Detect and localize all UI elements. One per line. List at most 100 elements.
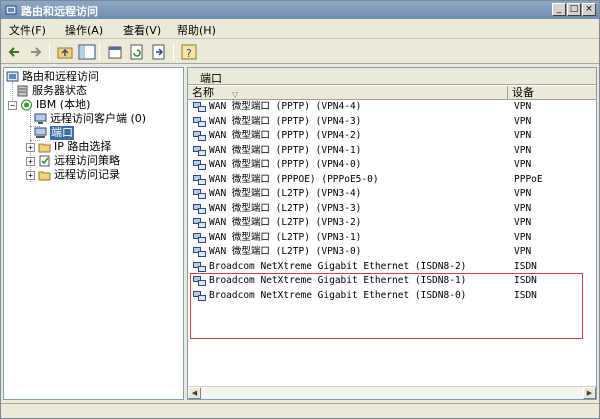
port-device: VPN (514, 202, 532, 214)
tree-item-ip-routing[interactable]: + IP 路由选择 (6, 140, 183, 154)
tree-item-ports[interactable]: 端口 (6, 126, 183, 140)
minimize-button[interactable]: _ (552, 3, 566, 16)
maximize-button[interactable]: □ (567, 3, 581, 16)
pane-title: 端口 (200, 72, 222, 85)
port-name: WAN 微型端口 (PPTP) (VPN4-3) (209, 115, 362, 127)
server-status-icon (17, 85, 28, 97)
console-tree: 路由和远程访问 服务器状态 − IBM (本地) 远程访问客户端 (0) 端口 … (3, 67, 184, 400)
tree-item-logging[interactable]: + 远程访问记录 (6, 168, 183, 182)
port-icon (193, 174, 206, 185)
menu-view[interactable]: 查看(V) (123, 22, 161, 38)
port-row[interactable]: WAN 微型端口 (L2TP) (VPN3-3) VPN (188, 202, 596, 216)
port-icon (193, 102, 206, 112)
port-icon (193, 145, 206, 156)
port-name: WAN 微型端口 (L2TP) (VPN3-3) (209, 202, 362, 214)
tree-item-remote-clients[interactable]: 远程访问客户端 (0) (6, 112, 183, 126)
remote-clients-icon (34, 113, 47, 124)
port-icon (193, 160, 206, 170)
port-icon (193, 247, 206, 257)
port-row[interactable]: WAN 微型端口 (L2TP) (VPN3-4) VPN (188, 187, 596, 201)
toolbar: ? (1, 40, 599, 64)
mmc-window: 路由和远程访问 _ □ × 文件(F) 操作(A) 查看(V) 帮助(H) ? … (0, 0, 600, 419)
column-name-header[interactable]: 名称 ▽ (188, 86, 508, 100)
port-row[interactable]: WAN 微型端口 (L2TP) (VPN3-1) VPN (188, 231, 596, 245)
back-arrow-icon[interactable] (6, 43, 24, 61)
expand-icon[interactable]: + (26, 143, 35, 152)
port-name: WAN 微型端口 (PPTP) (VPN4-4) (209, 101, 362, 112)
port-icon (193, 189, 206, 199)
port-device: VPN (514, 144, 532, 156)
expand-icon[interactable]: + (26, 171, 35, 180)
show-hide-tree-icon[interactable] (78, 43, 96, 61)
ports-icon (34, 127, 47, 138)
new-window-icon[interactable] (106, 43, 124, 61)
port-icon (193, 218, 206, 228)
port-device: VPN (514, 101, 532, 112)
port-row[interactable]: WAN 微型端口 (L2TP) (VPN3-0) VPN (188, 245, 596, 259)
menu-help[interactable]: 帮助(H) (177, 22, 216, 38)
port-row[interactable]: WAN 微型端口 (PPTP) (VPN4-0) VPN (188, 158, 596, 172)
policy-icon (39, 155, 50, 167)
port-device: VPN (514, 246, 532, 257)
tree-item-label: IP 路由选择 (54, 140, 112, 153)
port-row[interactable]: WAN 微型端口 (PPPOE) (PPPoE5-0) PPPoE (188, 173, 596, 187)
window-title: 路由和远程访问 (21, 5, 98, 18)
port-device: VPN (514, 115, 532, 127)
port-icon (193, 232, 206, 243)
menu-file[interactable]: 文件(F) (9, 22, 46, 38)
port-device: VPN (514, 188, 532, 199)
menu-action[interactable]: 操作(A) (65, 22, 103, 38)
port-row[interactable]: WAN 微型端口 (PPTP) (VPN4-4) VPN (188, 100, 596, 114)
collapse-icon[interactable]: − (8, 101, 17, 110)
export-list-icon[interactable] (150, 43, 168, 61)
tree-item-server-status[interactable]: 服务器状态 (6, 84, 183, 98)
highlight-annotation (190, 273, 583, 339)
close-button[interactable]: × (582, 3, 596, 16)
port-row[interactable]: WAN 微型端口 (PPTP) (VPN4-3) VPN (188, 115, 596, 129)
tree-item-label: 路由和远程访问 (22, 70, 99, 83)
status-bar (1, 403, 599, 418)
column-label: 设备 (512, 86, 534, 99)
folder-icon (38, 171, 51, 181)
tree-item-label: 服务器状态 (32, 84, 87, 97)
svg-text:?: ? (186, 47, 192, 60)
port-name: WAN 微型端口 (PPPOE) (PPPoE5-0) (209, 173, 379, 185)
tree-item-label: 远程访问策略 (54, 154, 120, 167)
port-row[interactable]: WAN 微型端口 (PPTP) (VPN4-1) VPN (188, 144, 596, 158)
up-folder-icon[interactable] (56, 43, 74, 61)
toolbar-separator (173, 43, 174, 61)
forward-arrow-icon[interactable] (26, 43, 44, 61)
horizontal-scrollbar[interactable]: ◀ ▶ (188, 386, 596, 399)
port-device: VPN (514, 159, 532, 170)
expand-icon[interactable]: + (26, 157, 35, 166)
server-running-icon (21, 99, 32, 111)
port-device: VPN (514, 231, 532, 243)
refresh-icon[interactable] (128, 43, 146, 61)
toolbar-separator (99, 43, 100, 61)
port-row[interactable]: Broadcom NetXtreme Gigabit Ethernet (ISD… (188, 260, 596, 274)
port-name: WAN 微型端口 (L2TP) (VPN3-1) (209, 231, 362, 243)
port-row[interactable]: WAN 微型端口 (PPTP) (VPN4-2) VPN (188, 129, 596, 143)
column-header: 名称 ▽ 设备 (188, 86, 596, 100)
port-name: Broadcom NetXtreme Gigabit Ethernet (ISD… (209, 260, 467, 272)
toolbar-separator (49, 43, 50, 61)
help-icon[interactable]: ? (180, 43, 198, 61)
port-name: WAN 微型端口 (PPTP) (VPN4-1) (209, 144, 362, 156)
tree-item-server[interactable]: − IBM (本地) (6, 98, 183, 112)
port-row[interactable]: WAN 微型端口 (L2TP) (VPN3-2) VPN (188, 216, 596, 230)
column-device-header[interactable]: 设备 (508, 86, 596, 100)
port-device: ISDN (514, 260, 537, 272)
tree-item-policies[interactable]: + 远程访问策略 (6, 154, 183, 168)
port-icon (193, 131, 206, 141)
port-name: WAN 微型端口 (L2TP) (VPN3-2) (209, 217, 362, 228)
tree-item-root[interactable]: 路由和远程访问 (6, 70, 183, 84)
scroll-left-button[interactable]: ◀ (188, 387, 201, 399)
menu-bar: 文件(F) 操作(A) 查看(V) 帮助(H) (1, 19, 599, 39)
tree-item-label: 远程访问客户端 (0) (50, 112, 147, 125)
port-name: WAN 微型端口 (L2TP) (VPN3-0) (209, 246, 362, 257)
port-icon (193, 116, 206, 127)
scroll-right-button[interactable]: ▶ (583, 387, 596, 399)
routing-root-icon (6, 71, 19, 82)
port-name: WAN 微型端口 (PPTP) (VPN4-0) (209, 159, 362, 170)
title-bar[interactable]: 路由和远程访问 _ □ × (1, 1, 599, 19)
